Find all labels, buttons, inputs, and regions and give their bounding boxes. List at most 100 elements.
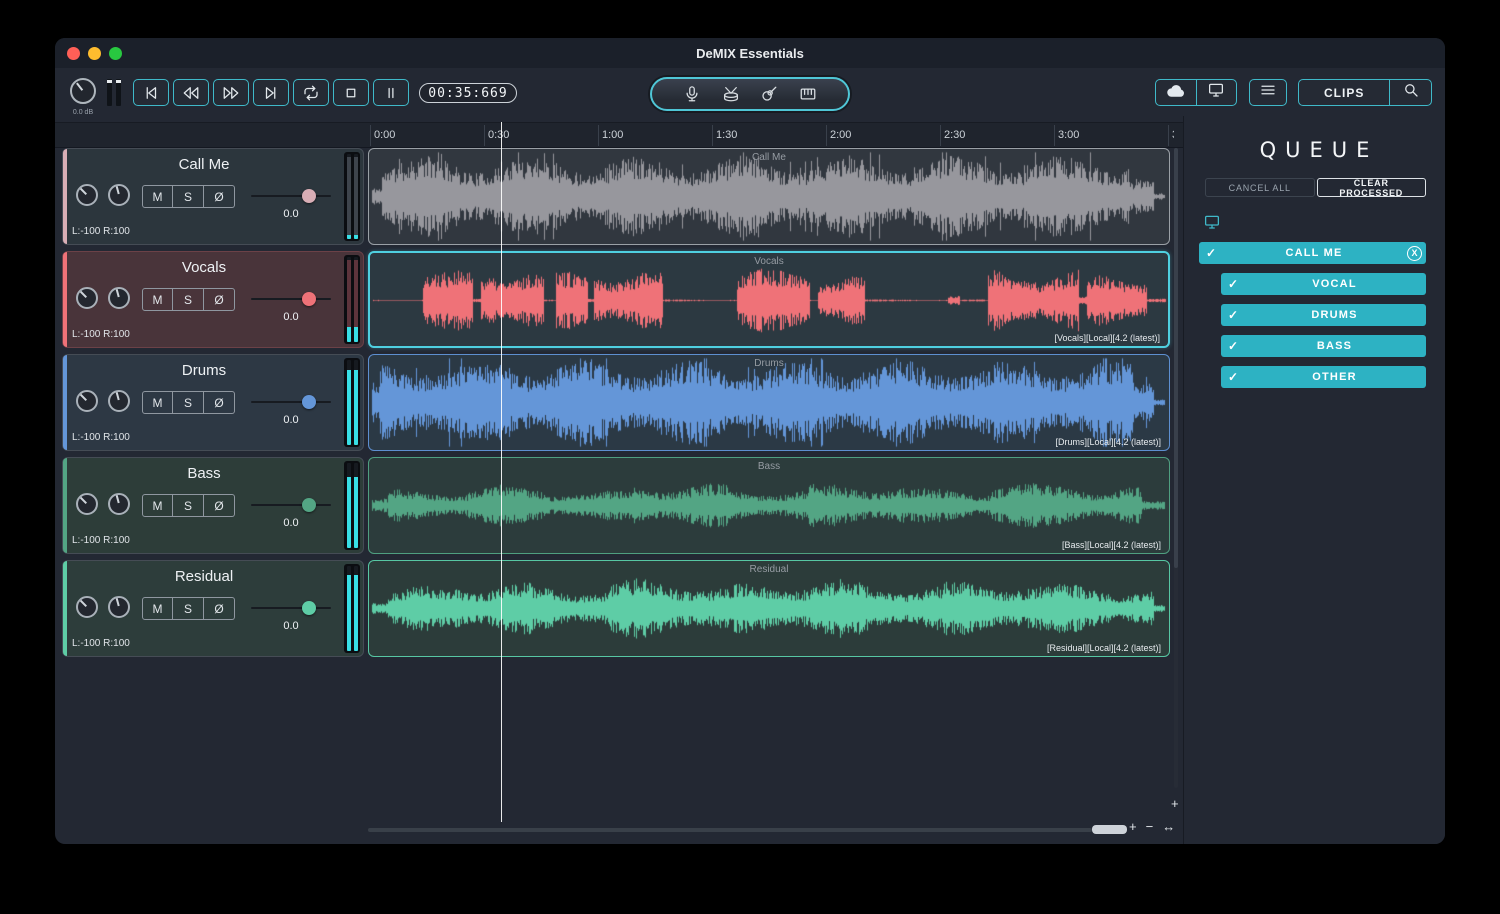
pan-knob-left[interactable] [76,390,98,412]
solo-button[interactable]: S [173,391,204,414]
volume-slider-handle[interactable] [301,395,316,409]
queue-stem-item[interactable]: ✓ VOCAL [1221,273,1426,295]
volume-slider[interactable] [251,292,331,306]
queue-stem-label: VOCAL [1312,278,1357,290]
monitor-icon [1207,81,1225,104]
menu-button[interactable] [1249,79,1287,106]
volume-value: 0.0 [283,414,299,426]
master-volume-knob[interactable] [70,78,96,104]
phase-button[interactable]: Ø [204,391,235,414]
vertical-scrollbar[interactable] [1174,148,1178,788]
level-meter [344,564,360,653]
pan-knob-right[interactable] [108,184,130,206]
clips-button[interactable]: CLIPS [1299,80,1389,105]
search-button[interactable] [1389,80,1431,105]
pan-knob-left[interactable] [76,596,98,618]
queue-job-item[interactable]: ✓ CALL ME X [1199,242,1426,264]
track-header: Vocals M S Ø 0.0 L:-100 R:100 [62,251,364,348]
volume-slider[interactable] [251,498,331,512]
volume-slider[interactable] [251,601,331,615]
skip-end-button[interactable] [253,79,289,106]
pan-knob-left[interactable] [76,184,98,206]
queue-stem-item[interactable]: ✓ OTHER [1221,366,1426,388]
fast-forward-button[interactable] [213,79,249,106]
level-meter [344,152,360,241]
clips-label: CLIPS [1323,85,1365,100]
zoom-out-button[interactable]: − [1146,819,1154,834]
clear-processed-button[interactable]: CLEAR PROCESSED [1316,178,1426,198]
track-waveform-lane: Vocals [Vocals][Local][4.2 (latest)] [368,251,1170,348]
piano-icon[interactable] [799,85,817,103]
volume-slider[interactable] [251,189,331,203]
solo-button[interactable]: S [173,494,204,517]
loop-icon [302,84,320,102]
phase-button[interactable]: Ø [204,185,235,208]
waveform-canvas[interactable] [370,356,1168,449]
pan-range-label: L:-100 R:100 [72,226,130,237]
timeline-ruler[interactable]: 0:00 0:30 1:00 1:30 2:00 2:30 3:00 3 [368,123,1174,147]
local-processing-button[interactable] [1195,80,1237,105]
waveform-canvas[interactable] [371,254,1168,346]
timeline-tick-label: 0:00 [374,129,396,141]
pan-knob-left[interactable] [76,493,98,515]
waveform-canvas[interactable] [370,150,1168,243]
horizontal-scrollbar-thumb[interactable] [1092,825,1127,834]
pause-button[interactable] [373,79,409,106]
phase-button[interactable]: Ø [204,494,235,517]
pan-knob-right[interactable] [108,287,130,309]
mute-button[interactable]: M [142,288,173,311]
queue-stem-item[interactable]: ✓ BASS [1221,335,1426,357]
phase-button[interactable]: Ø [204,288,235,311]
vertical-zoom-in-button[interactable]: + [1171,796,1179,811]
rewind-button[interactable] [173,79,209,106]
pan-knob-right[interactable] [108,596,130,618]
solo-button[interactable]: S [173,288,204,311]
track-toggle-group: M S Ø [142,185,235,208]
remove-job-button[interactable]: X [1407,245,1422,261]
volume-slider-handle[interactable] [301,292,316,306]
solo-button[interactable]: S [173,185,204,208]
microphone-icon[interactable] [683,85,701,103]
queue-stem-label: OTHER [1312,371,1357,383]
stop-icon [342,84,360,102]
mute-button[interactable]: M [142,391,173,414]
volume-slider[interactable] [251,395,331,409]
check-icon: ✓ [1227,277,1239,291]
timeline-tick-label: 3 [1172,129,1174,141]
zoom-in-button[interactable]: + [1129,819,1137,834]
check-icon: ✓ [1227,339,1239,353]
mute-button[interactable]: M [142,185,173,208]
track-header: Bass M S Ø 0.0 L:-100 R:100 [62,457,364,554]
loop-button[interactable] [293,79,329,106]
zoom-fit-button[interactable]: ↔ [1162,819,1175,834]
mute-button[interactable]: M [142,494,173,517]
cloud-icon [1166,82,1186,104]
pan-knob-left[interactable] [76,287,98,309]
queue-stem-list: ✓ VOCAL ✓ DRUMS ✓ BASS ✓ OTHER [1184,273,1445,388]
pan-knob-right[interactable] [108,493,130,515]
volume-slider-handle[interactable] [301,189,316,203]
volume-slider-handle[interactable] [301,498,316,512]
cancel-all-button[interactable]: CANCEL ALL [1205,178,1315,197]
check-icon: ✓ [1227,308,1239,322]
playhead[interactable] [501,122,502,822]
drum-kit-icon[interactable] [722,85,740,103]
volume-value: 0.0 [283,208,299,220]
volume-slider-handle[interactable] [301,601,316,615]
queue-stem-item[interactable]: ✓ DRUMS [1221,304,1426,326]
horizontal-scrollbar-track[interactable] [368,828,1092,832]
phase-button[interactable]: Ø [204,597,235,620]
stop-button[interactable] [333,79,369,106]
timeline-tick-label: 0:30 [488,129,510,141]
waveform-canvas[interactable] [370,562,1168,655]
cloud-processing-button[interactable] [1156,80,1196,105]
pan-range-label: L:-100 R:100 [72,535,130,546]
solo-button[interactable]: S [173,597,204,620]
mute-button[interactable]: M [142,597,173,620]
waveform-meta-label: [Vocals][Local][4.2 (latest)] [1054,333,1160,343]
waveform-canvas[interactable] [370,459,1168,552]
guitar-icon[interactable] [760,85,778,103]
waveform-track-label: Vocals [754,256,784,267]
skip-start-button[interactable] [133,79,169,106]
pan-knob-right[interactable] [108,390,130,412]
